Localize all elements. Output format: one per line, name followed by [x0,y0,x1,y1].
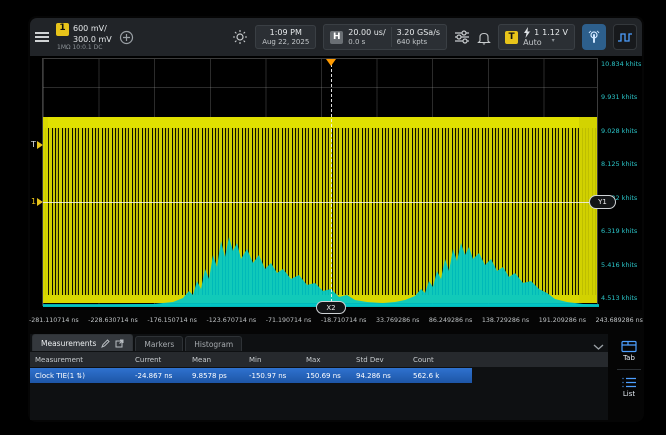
channel1-badge: 1 [56,23,69,36]
chevron-down-icon: ▾ [552,38,555,47]
measurement-current: -24.867 ns [130,372,187,380]
x2-cursor-handle[interactable]: X2 [316,301,346,314]
channel1-ground-marker[interactable]: 1 [31,197,43,206]
y-axis-tick: 6.319 khits [601,227,637,235]
measurement-name: Clock TIE(1 ⇅) [30,372,130,380]
tab-markers[interactable]: Markers [135,336,183,351]
list-view-button[interactable]: List [621,376,637,398]
y-axis-tick: 5.416 khits [601,261,637,269]
x-axis-tick: 243.689286 ns [596,317,643,324]
measurements-header-row: Measurement Current Mean Min Max Std Dev… [30,352,608,367]
trigger-level-marker[interactable]: T [31,140,43,149]
measurement-count: 562.6 k [408,372,460,380]
x-axis-tick: -176.150714 ns [147,317,197,324]
x-axis-tick: -281.110714 ns [29,317,79,324]
column-header: Max [301,356,351,364]
horizontal-scale: 20.00 us/ [348,28,385,37]
horizontal-settings[interactable]: H 20.00 us/ 0.0 s 3.20 GSa/s 640 kpts [323,24,447,50]
x-axis-tick: -71.190714 ns [266,317,312,324]
y-axis-tick: 10.834 khits [601,60,641,68]
y-axis-tick: 4.513 khits [601,294,637,302]
tab-view-button[interactable]: Tab [621,340,637,362]
histogram-y-axis: 10.834 khits 9.931 khits 9.028 khits 8.1… [601,56,645,310]
y-axis-tick: 9.931 khits [601,93,637,101]
channel1-settings[interactable]: 1 600 mV/ 300.0 mV 1MΩ 10:0.1 DC [56,23,112,52]
channel1-coupling: 1MΩ 10:0.1 DC [56,45,112,51]
y-axis-tick: 9.028 khits [601,127,637,135]
horizontal-badge: H [330,31,343,44]
oscilloscope-app: 1 600 mV/ 300.0 mV 1MΩ 10:0.1 DC 1:09 PM… [28,16,644,422]
trigger-mode: Auto [523,38,542,47]
column-header: Count [408,356,460,364]
sample-rate: 3.20 GSa/s [397,28,440,37]
waveform-view-button[interactable] [613,24,637,50]
square-wave-icon [617,31,633,44]
x-axis-tick: -123.670714 ns [207,317,257,324]
measurement-max: 150.69 ns [301,372,351,380]
horizontal-position: 0.0 s [348,38,385,46]
edit-pencil-icon[interactable] [101,339,110,348]
clock-time: 1:09 PM [262,28,309,37]
column-header: Min [244,356,301,364]
trigger-time-marker[interactable] [326,59,336,66]
panel-tabbar: Measurements Markers Histogram [30,334,608,351]
y-axis-tick: 8.125 khits [601,160,637,168]
top-toolbar: 1 600 mV/ 300.0 mV 1MΩ 10:0.1 DC 1:09 PM… [30,18,642,56]
measurement-stddev: 94.286 ns [351,372,408,380]
trigger-level: 1.12 V [542,28,568,37]
divider [617,369,641,370]
x-axis-tick: 33.769286 ns [376,317,419,324]
channel-arrow-icon [37,198,43,206]
tab-view-icon [621,340,637,353]
measurement-row-clock-tie[interactable]: Clock TIE(1 ⇅) -24.867 ns 9.8578 ps -150… [30,368,472,383]
y1-marker-handle[interactable]: Y1 [589,195,616,209]
trigger-source: 1 [534,28,539,37]
trigger-badge: T [505,31,518,44]
list-view-icon [621,376,637,389]
x2-cursor-line[interactable] [331,59,332,307]
x-axis-tick: 191.209286 ns [539,317,586,324]
clock-date: Aug 22, 2025 [262,38,309,46]
tab-measurements[interactable]: Measurements [32,334,133,351]
column-header: Mean [187,356,244,364]
measurement-mean: 9.8578 ps [187,372,244,380]
channel1-offset: 300.0 mV [56,36,112,44]
touch-toggle-button[interactable] [582,24,606,50]
panel-side-toolbar: Tab List [614,334,644,420]
tab-histogram[interactable]: Histogram [185,336,242,351]
x-axis-tick: 138.729286 ns [482,317,529,324]
menu-icon[interactable] [35,30,49,44]
add-channel-icon[interactable] [119,30,134,45]
tie-histogram [43,59,599,307]
popout-icon[interactable] [115,339,124,348]
measurement-min: -150.97 ns [244,372,301,380]
memory-depth: 640 kpts [397,38,440,46]
trigger-arrow-icon [37,141,43,149]
trigger-settings[interactable]: T 1 1.12 V Auto ▾ [498,24,575,50]
controls-tune-icon[interactable] [454,29,470,45]
measurements-panel: Measurements Markers Histogram Measureme… [30,334,608,420]
column-header: Std Dev [351,356,408,364]
graticule: X2 Y1 [42,58,598,306]
column-header: Current [130,356,187,364]
column-header: Measurement [30,356,130,364]
clock-display[interactable]: 1:09 PM Aug 22, 2025 [255,25,316,48]
trigger-edge-icon [523,27,531,38]
x-axis-tick: 86.249286 ns [429,317,472,324]
x-axis-tick: -228.630714 ns [88,317,138,324]
collapse-panel-icon[interactable] [593,336,604,355]
touch-icon [586,29,602,45]
waveform-display: X2 Y1 T 1 10.834 khits 9.931 khits 9.028… [30,56,642,310]
brightness-icon[interactable] [232,29,248,45]
y1-marker-line [43,202,597,203]
x-axis-tick: -18.710714 ns [321,317,367,324]
notifications-bell-icon[interactable] [477,30,491,45]
time-x-axis: -281.110714 ns -228.630714 ns -176.15071… [28,317,644,324]
channel1-scale: 600 mV/ [73,25,107,33]
